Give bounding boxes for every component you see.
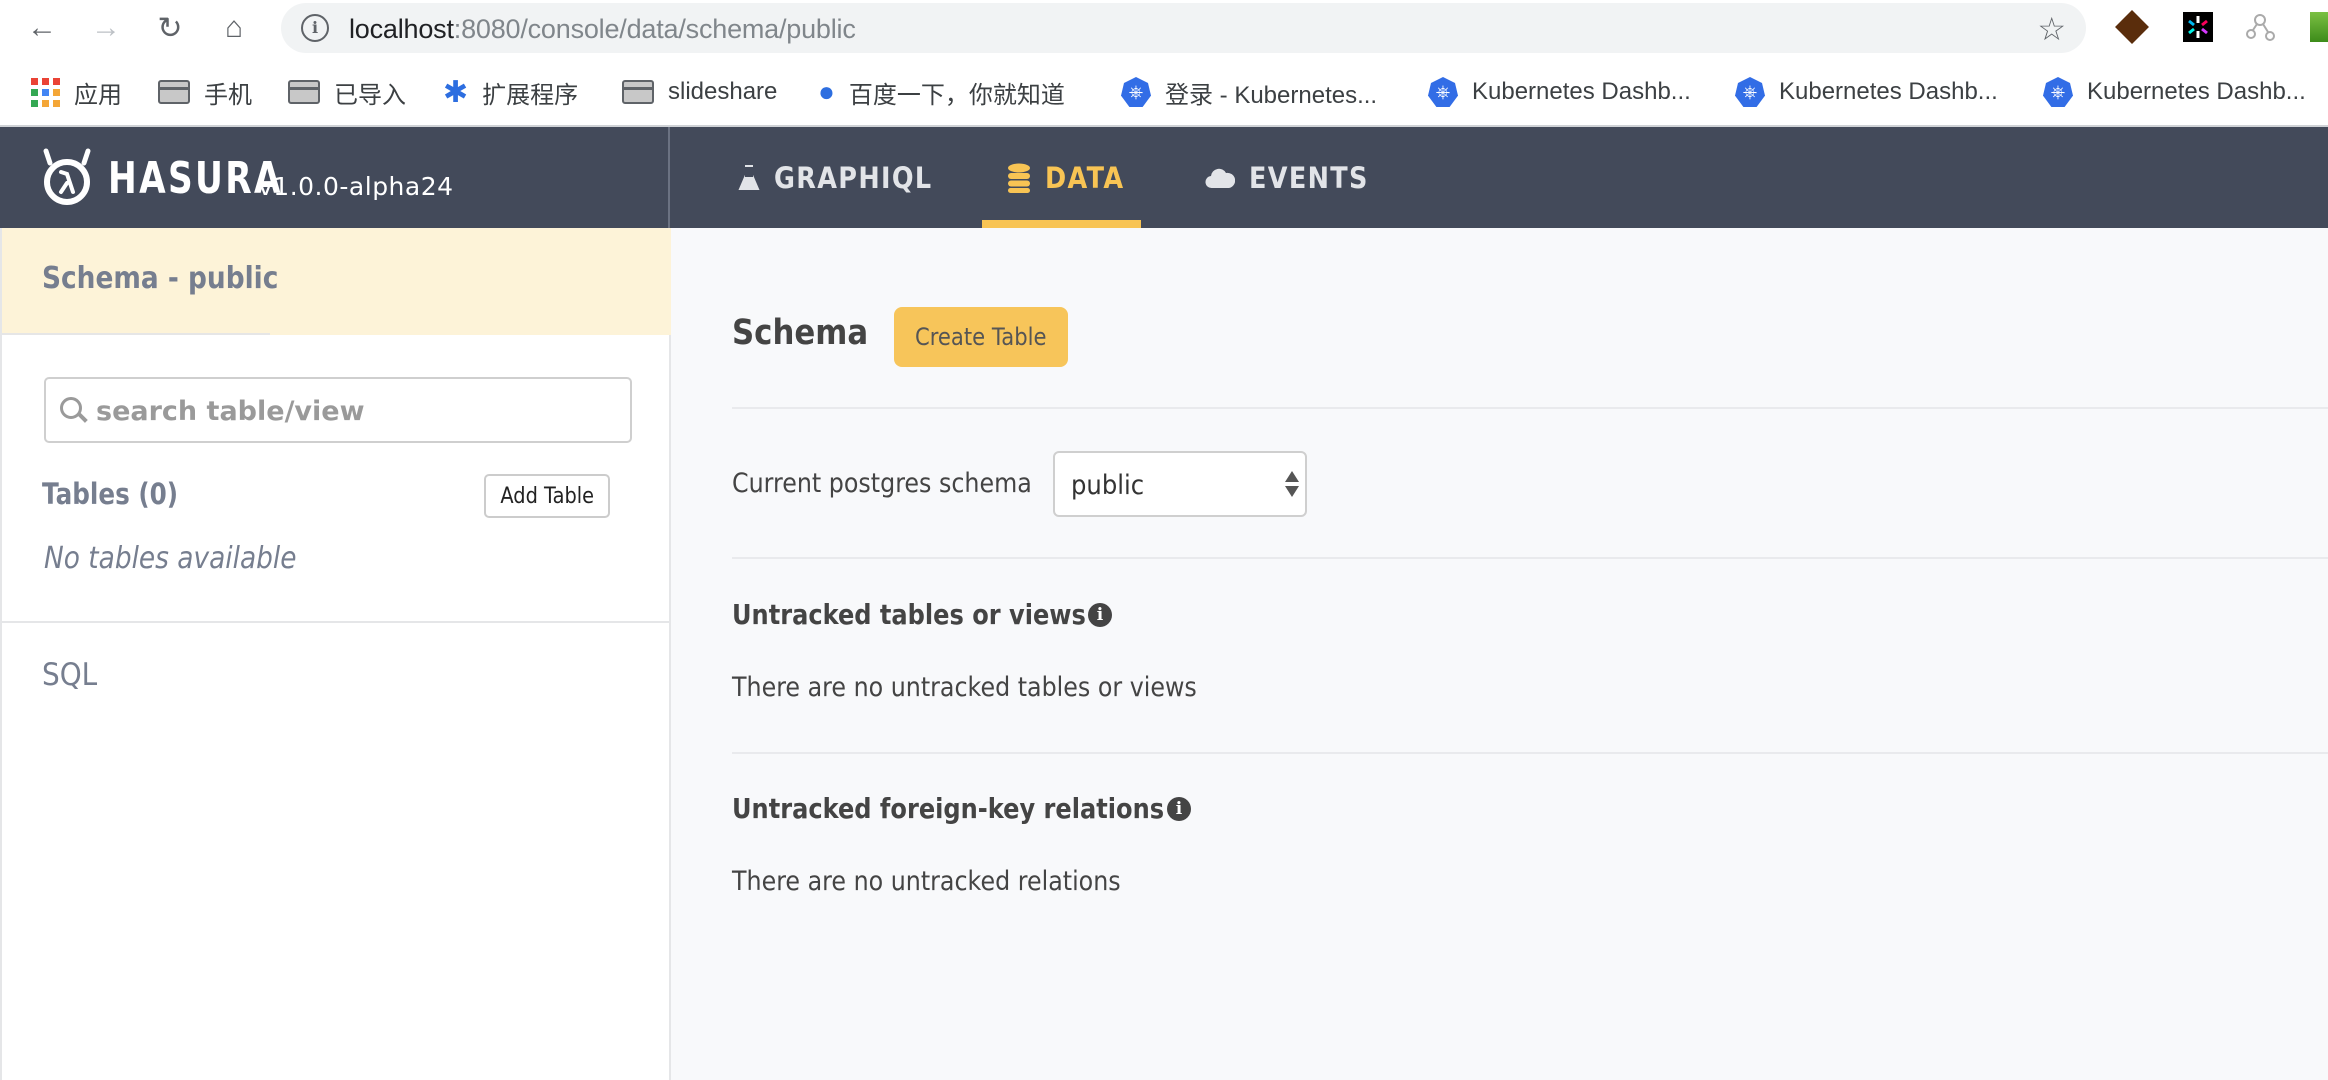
tab-label: DATA — [1045, 160, 1125, 195]
extension-graph-icon[interactable] — [2245, 12, 2275, 42]
kubernetes-icon: ⎈ — [1735, 77, 1765, 107]
reload-icon[interactable]: ↻ — [152, 10, 188, 46]
bookmark-label: 已导入 — [334, 81, 406, 109]
bookmark-folder-phone[interactable]: 手机 — [157, 76, 252, 109]
bookmark-kubernetes-dashboard-3[interactable]: ⎈ Kubernetes Dashb... — [2043, 76, 2306, 108]
extension-help-icon[interactable] — [2115, 10, 2149, 44]
sidebar: Schema - public Tables (0) Add Table No … — [0, 228, 671, 1080]
bookmark-label: 百度一下，你就知道 — [848, 81, 1065, 109]
add-table-label: Add Table — [500, 483, 594, 509]
kubernetes-icon: ⎈ — [2043, 77, 2073, 107]
search-box[interactable] — [44, 377, 632, 443]
info-icon[interactable]: i — [1088, 603, 1112, 627]
bookmarks-bar: 应用 手机 已导入 ✱ 扩展程序 slideshare ● 百度一下，你就知道 … — [0, 56, 2328, 127]
bookmark-folder-slideshare[interactable]: slideshare — [621, 76, 778, 108]
divider — [732, 407, 2328, 409]
cloud-icon — [1205, 168, 1235, 188]
extension-download-icon[interactable] — [2310, 12, 2328, 42]
untracked-tables-heading: Untracked tables or views — [732, 598, 1144, 631]
bookmark-kubernetes-login[interactable]: ⎈ 登录 - Kubernetes... — [1121, 76, 1378, 109]
bookmark-extensions[interactable]: ✱ 扩展程序 — [443, 75, 579, 109]
app-header: HASURA v1.0.0-alpha24 GRAPHIQL DATA EVEN… — [0, 127, 2328, 228]
bookmark-folder-imported[interactable]: 已导入 — [287, 76, 406, 109]
sidebar-header: Schema - public — [2, 228, 671, 335]
select-arrows-icon — [1285, 471, 1299, 501]
tab-events[interactable]: EVENTS — [1205, 127, 1385, 228]
bookmark-label: Kubernetes Dashb... — [2087, 78, 2306, 105]
kubernetes-icon: ⎈ — [1428, 77, 1458, 107]
extension-jwt-icon[interactable] — [2183, 12, 2213, 42]
folder-icon — [287, 80, 320, 104]
bookmark-label: Kubernetes Dashb... — [1472, 78, 1691, 105]
url-host: localhost — [349, 14, 454, 44]
brand[interactable]: HASURA v1.0.0-alpha24 — [0, 127, 670, 228]
untracked-tables-message: There are no untracked tables or views — [732, 672, 1197, 703]
search-icon — [60, 397, 82, 419]
folder-icon — [157, 80, 190, 104]
sidebar-header-underline — [2, 333, 270, 335]
schema-select-value: public — [1071, 470, 1145, 501]
add-table-button[interactable]: Add Table — [484, 474, 610, 518]
page-title: Schema — [732, 313, 869, 353]
create-table-button[interactable]: Create Table — [894, 307, 1068, 367]
baidu-paw-icon: ● — [818, 76, 835, 107]
bookmark-kubernetes-dashboard-2[interactable]: ⎈ Kubernetes Dashb... — [1735, 76, 1998, 108]
divider — [732, 557, 2328, 559]
bookmark-label: 扩展程序 — [482, 81, 579, 109]
bookmark-label: 登录 - Kubernetes... — [1165, 81, 1378, 109]
url-path: :8080/console/data/schema/public — [453, 14, 856, 44]
sidebar-item-sql[interactable]: SQL — [42, 657, 97, 693]
tables-count-label: Tables (0) — [42, 477, 179, 511]
bookmark-label: Kubernetes Dashb... — [1779, 78, 1998, 105]
divider — [732, 752, 2328, 754]
database-icon — [1008, 163, 1030, 193]
folder-icon — [621, 80, 654, 104]
tab-label: EVENTS — [1249, 160, 1369, 195]
forward-arrow-icon[interactable]: → — [88, 10, 124, 46]
back-arrow-icon[interactable]: ← — [24, 10, 60, 46]
untracked-relations-message: There are no untracked relations — [732, 866, 1121, 897]
search-input[interactable] — [96, 389, 616, 433]
puzzle-extension-icon: ✱ — [443, 75, 469, 109]
site-info-icon[interactable]: i — [301, 14, 329, 42]
sidebar-divider — [2, 621, 671, 623]
create-table-label: Create Table — [915, 323, 1047, 351]
hasura-logo-icon — [43, 148, 91, 205]
address-bar[interactable]: i localhost:8080/console/data/schema/pub… — [281, 3, 2086, 53]
apps-grid-icon — [31, 77, 60, 107]
browser-toolbar: ← → ↻ ⌂ i localhost:8080/console/data/sc… — [0, 0, 2328, 56]
info-icon[interactable]: i — [1167, 797, 1191, 821]
bookmark-kubernetes-dashboard-1[interactable]: ⎈ Kubernetes Dashb... — [1428, 76, 1691, 108]
sidebar-title: Schema - public — [42, 261, 279, 296]
untracked-tables-title: Untracked tables or views — [732, 598, 1086, 631]
bookmark-baidu[interactable]: ● 百度一下，你就知道 — [818, 76, 1065, 109]
version-label: v1.0.0-alpha24 — [258, 172, 454, 201]
untracked-relations-heading: Untracked foreign-key relations — [732, 792, 1234, 825]
tab-label: GRAPHIQL — [774, 160, 933, 195]
kubernetes-icon: ⎈ — [1121, 77, 1151, 107]
no-tables-message: No tables available — [44, 541, 297, 576]
bookmark-star-icon[interactable]: ☆ — [2037, 10, 2066, 48]
schema-select-label: Current postgres schema — [732, 468, 1032, 499]
brand-name: HASURA — [108, 153, 283, 204]
bookmark-label: slideshare — [668, 78, 778, 105]
url-text[interactable]: localhost:8080/console/data/schema/publi… — [349, 14, 856, 45]
tab-data[interactable]: DATA — [982, 127, 1141, 228]
bookmark-label: 应用 — [74, 81, 122, 109]
untracked-relations-title: Untracked foreign-key relations — [732, 792, 1165, 825]
schema-select[interactable]: public — [1053, 451, 1307, 517]
bookmark-label: 手机 — [204, 81, 252, 109]
flask-icon — [738, 164, 760, 190]
bookmark-apps[interactable]: 应用 — [31, 76, 122, 109]
tab-graphiql[interactable]: GRAPHIQL — [738, 127, 954, 228]
main-content: Schema Create Table Current postgres sch… — [671, 228, 2328, 1080]
home-icon[interactable]: ⌂ — [216, 10, 252, 46]
